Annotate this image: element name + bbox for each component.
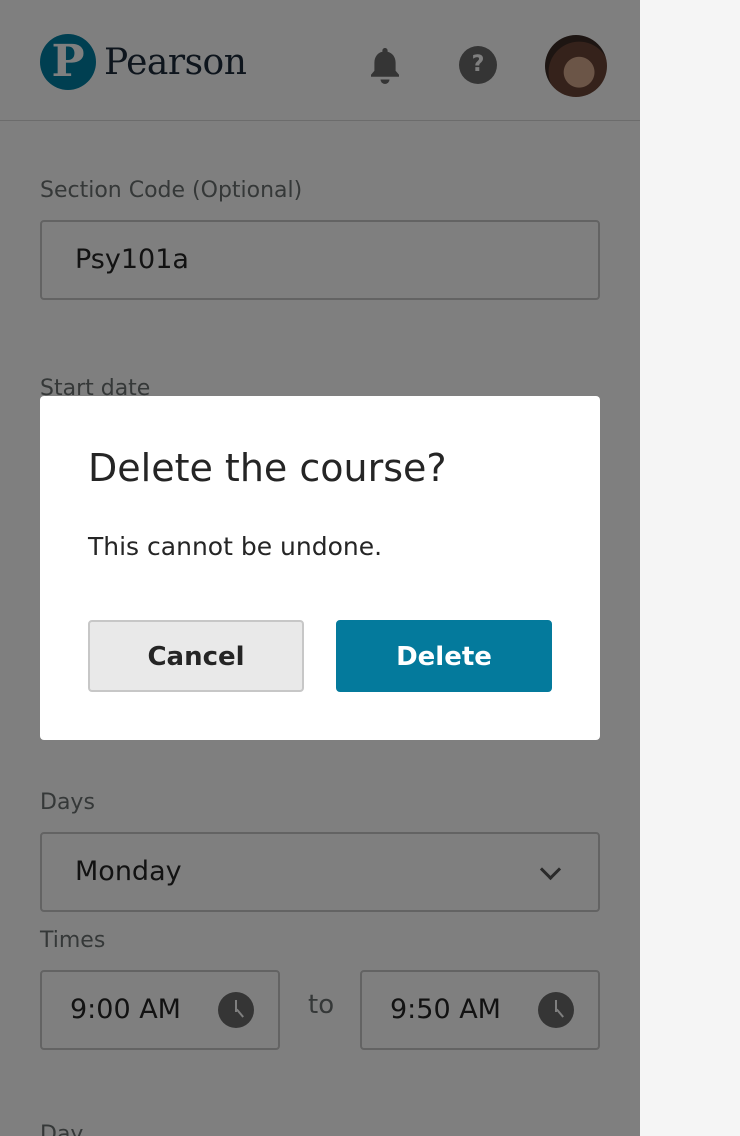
- dialog-title: Delete the course?: [88, 446, 447, 490]
- dialog-message: This cannot be undone.: [88, 532, 383, 561]
- delete-course-dialog: Delete the course? This cannot be undone…: [40, 396, 600, 740]
- delete-button[interactable]: Delete: [336, 620, 552, 692]
- cancel-button[interactable]: Cancel: [88, 620, 304, 692]
- course-settings-page: P Pearson ? Section Code (Optional) Psy1…: [0, 0, 640, 1136]
- right-background-panel: [640, 0, 740, 1136]
